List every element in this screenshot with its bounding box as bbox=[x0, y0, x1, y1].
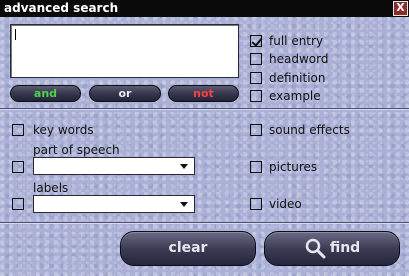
close-button[interactable]: X bbox=[393, 1, 408, 16]
find-label: find bbox=[329, 240, 361, 256]
section-divider-bottom bbox=[0, 222, 409, 224]
and-button[interactable]: and bbox=[10, 85, 81, 102]
magnifier-icon bbox=[305, 238, 326, 259]
key-words-label: key words bbox=[33, 123, 94, 137]
example-checkbox[interactable] bbox=[250, 90, 262, 102]
headword-label: headword bbox=[269, 52, 329, 66]
definition-label: definition bbox=[269, 71, 326, 85]
full-entry-label: full entry bbox=[269, 34, 324, 48]
key-words-checkbox[interactable] bbox=[12, 124, 24, 136]
sound-effects-label: sound effects bbox=[269, 123, 350, 137]
section-divider-top bbox=[0, 108, 409, 110]
clear-button[interactable]: clear bbox=[120, 231, 256, 266]
not-button[interactable]: not bbox=[168, 85, 239, 102]
title-bar: advanced search X bbox=[0, 0, 409, 17]
headword-checkbox[interactable] bbox=[250, 53, 262, 65]
or-button[interactable]: or bbox=[89, 85, 161, 102]
labels-select[interactable] bbox=[33, 195, 195, 213]
labels-checkbox[interactable] bbox=[12, 198, 24, 210]
video-label: video bbox=[269, 197, 302, 211]
find-button[interactable]: find bbox=[264, 231, 400, 266]
full-entry-checkbox[interactable] bbox=[250, 35, 262, 47]
example-label: example bbox=[269, 89, 321, 103]
definition-checkbox[interactable] bbox=[250, 72, 262, 84]
part-of-speech-select[interactable] bbox=[33, 157, 195, 175]
chevron-down-icon bbox=[180, 164, 188, 169]
advanced-search-window: advanced search X and or not full entry … bbox=[0, 0, 409, 276]
window-title: advanced search bbox=[4, 1, 119, 15]
video-checkbox[interactable] bbox=[250, 198, 262, 210]
part-of-speech-checkbox[interactable] bbox=[12, 161, 24, 173]
close-icon: X bbox=[396, 1, 405, 14]
chevron-down-icon bbox=[180, 202, 188, 207]
clear-label: clear bbox=[168, 240, 208, 256]
search-input[interactable] bbox=[10, 24, 239, 78]
labels-label: labels bbox=[33, 181, 69, 195]
pictures-checkbox[interactable] bbox=[250, 161, 262, 173]
pictures-label: pictures bbox=[269, 160, 318, 174]
text-caret bbox=[15, 29, 16, 40]
part-of-speech-label: part of speech bbox=[33, 143, 120, 157]
sound-effects-checkbox[interactable] bbox=[250, 124, 262, 136]
